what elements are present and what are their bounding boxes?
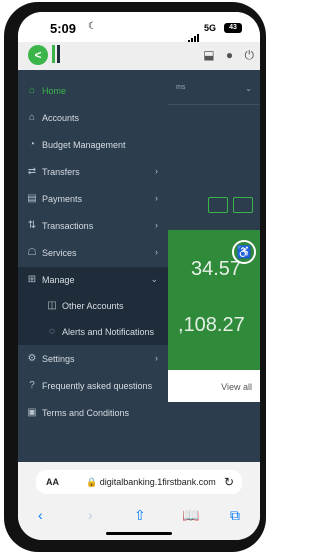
- nav-item-settings[interactable]: ⚙ Settings ›: [18, 346, 168, 372]
- bank-logo: [52, 45, 62, 68]
- card-icon: [208, 197, 228, 213]
- chevron-right-icon: ›: [155, 353, 158, 363]
- reload-icon[interactable]: ↻: [224, 475, 234, 489]
- background-tab-text: ms: [176, 84, 186, 91]
- nav-item-label: Accounts: [42, 113, 80, 123]
- nav-item-budget-management[interactable]: ◔ Budget Management: [18, 132, 168, 158]
- phone-frame: 5:09 ☾ 5G 43 < ⬓ ● ⏻ ms ⌄ 34.57 ,108.27: [4, 2, 266, 552]
- nav-item-alerts-notifications[interactable]: ◌ Alerts and Notifications: [18, 319, 168, 345]
- forward-icon[interactable]: ›: [88, 507, 93, 523]
- battery-icon: 43: [224, 23, 242, 33]
- chevron-right-icon: ›: [155, 220, 158, 230]
- nav-item-label: Other Accounts: [62, 301, 124, 311]
- nav-item-label: Terms and Conditions: [42, 408, 130, 418]
- nav-item-manage[interactable]: ⊞ Manage ⌄: [18, 267, 168, 293]
- power-icon[interactable]: ⏻: [245, 48, 255, 62]
- view-all-row: View all: [168, 370, 260, 402]
- nav-item-other-accounts[interactable]: ◫ Other Accounts: [18, 293, 168, 319]
- transactions-icon: ⇅: [27, 220, 37, 231]
- nav-item-label: Alerts and Notifications: [62, 327, 155, 337]
- side-navigation: ⌂ Home ⌂ Accounts ◔ Budget Management ⇄ …: [18, 70, 168, 462]
- other-accounts-icon: ◫: [47, 300, 57, 311]
- screen: 5:09 ☾ 5G 43 < ⬓ ● ⏻ ms ⌄ 34.57 ,108.27: [18, 12, 260, 540]
- nav-item-services[interactable]: ☖ Services ›: [18, 240, 168, 266]
- chevron-right-icon: ›: [155, 193, 158, 203]
- nav-item-transfers[interactable]: ⇄ Transfers ›: [18, 159, 168, 185]
- network-label: 5G: [204, 23, 217, 33]
- balance-value: ,108.27: [178, 314, 245, 336]
- terms-icon: ▣: [27, 407, 37, 418]
- address-bar[interactable]: AA 🔒 digitalbanking.1firstbank.com ↻: [36, 470, 242, 494]
- nav-item-accounts[interactable]: ⌂ Accounts: [18, 105, 168, 131]
- home-icon: ⌂: [28, 85, 36, 96]
- focus-mode-icon: ☾: [88, 21, 97, 32]
- profile-icon[interactable]: ●: [226, 48, 233, 62]
- card-icon: [233, 197, 253, 213]
- alerts-icon: ◌: [49, 326, 55, 337]
- chevron-right-icon: ›: [155, 247, 158, 257]
- faq-icon: ?: [29, 380, 35, 391]
- browser-toolbar: AA 🔒 digitalbanking.1firstbank.com ↻ ‹ ›…: [18, 462, 260, 540]
- bank-icon: ⌂: [28, 112, 36, 123]
- services-icon: ☖: [27, 247, 37, 258]
- chevron-right-icon: ›: [155, 166, 158, 176]
- browser-nav: ‹ › ⇧ 📖 ⧉: [18, 504, 260, 528]
- tabs-icon[interactable]: ⧉: [230, 507, 240, 524]
- budget-icon: ◔: [28, 139, 36, 150]
- nav-item-label: Home: [42, 86, 67, 96]
- view-all-link[interactable]: View all: [221, 382, 252, 392]
- transfer-icon: ⇄: [27, 166, 37, 177]
- status-bar: 5:09 ☾ 5G 43: [18, 12, 260, 43]
- nav-item-home[interactable]: ⌂ Home: [18, 78, 168, 104]
- nav-item-faq[interactable]: ? Frequently asked questions: [18, 373, 168, 399]
- url-value: digitalbanking.1firstbank.com: [99, 477, 216, 487]
- manage-icon: ⊞: [27, 274, 37, 285]
- nav-item-transactions[interactable]: ⇅ Transactions ›: [18, 213, 168, 239]
- nav-item-label: Budget Management: [42, 140, 126, 150]
- accessibility-icon[interactable]: ♿: [232, 240, 256, 264]
- nav-item-label: Frequently asked questions: [42, 381, 153, 391]
- chevron-down-icon: ⌄: [245, 84, 252, 93]
- chevron-down-icon: ⌄: [150, 274, 158, 284]
- signal-icon: [188, 25, 200, 43]
- balance-value: 34.57: [191, 258, 242, 280]
- nav-item-label: Payments: [42, 194, 83, 204]
- bookmarks-icon[interactable]: 📖: [182, 507, 199, 524]
- nav-item-label: Manage: [42, 275, 75, 285]
- url-text: 🔒 digitalbanking.1firstbank.com: [86, 477, 216, 487]
- nav-item-label: Transfers: [42, 167, 80, 177]
- home-indicator: [106, 532, 172, 535]
- nav-item-terms[interactable]: ▣ Terms and Conditions: [18, 400, 168, 426]
- status-time: 5:09: [50, 21, 77, 36]
- nav-item-label: Settings: [42, 354, 75, 364]
- background-tab: ms ⌄: [168, 74, 260, 105]
- nav-item-label: Transactions: [42, 221, 94, 231]
- text-size-button[interactable]: AA: [46, 477, 59, 487]
- nav-item-payments[interactable]: ▤ Payments ›: [18, 186, 168, 212]
- share-icon[interactable]: ⇧: [134, 507, 146, 524]
- payment-icon: ▤: [27, 193, 37, 204]
- nav-item-label: Services: [42, 248, 77, 258]
- back-logo-button[interactable]: <: [28, 45, 48, 65]
- app-header: < ⬓ ● ⏻: [18, 42, 260, 70]
- inbox-icon[interactable]: ⬓: [203, 48, 214, 62]
- background-icons: [208, 197, 258, 218]
- back-icon[interactable]: ‹: [38, 507, 43, 523]
- settings-icon: ⚙: [27, 353, 37, 364]
